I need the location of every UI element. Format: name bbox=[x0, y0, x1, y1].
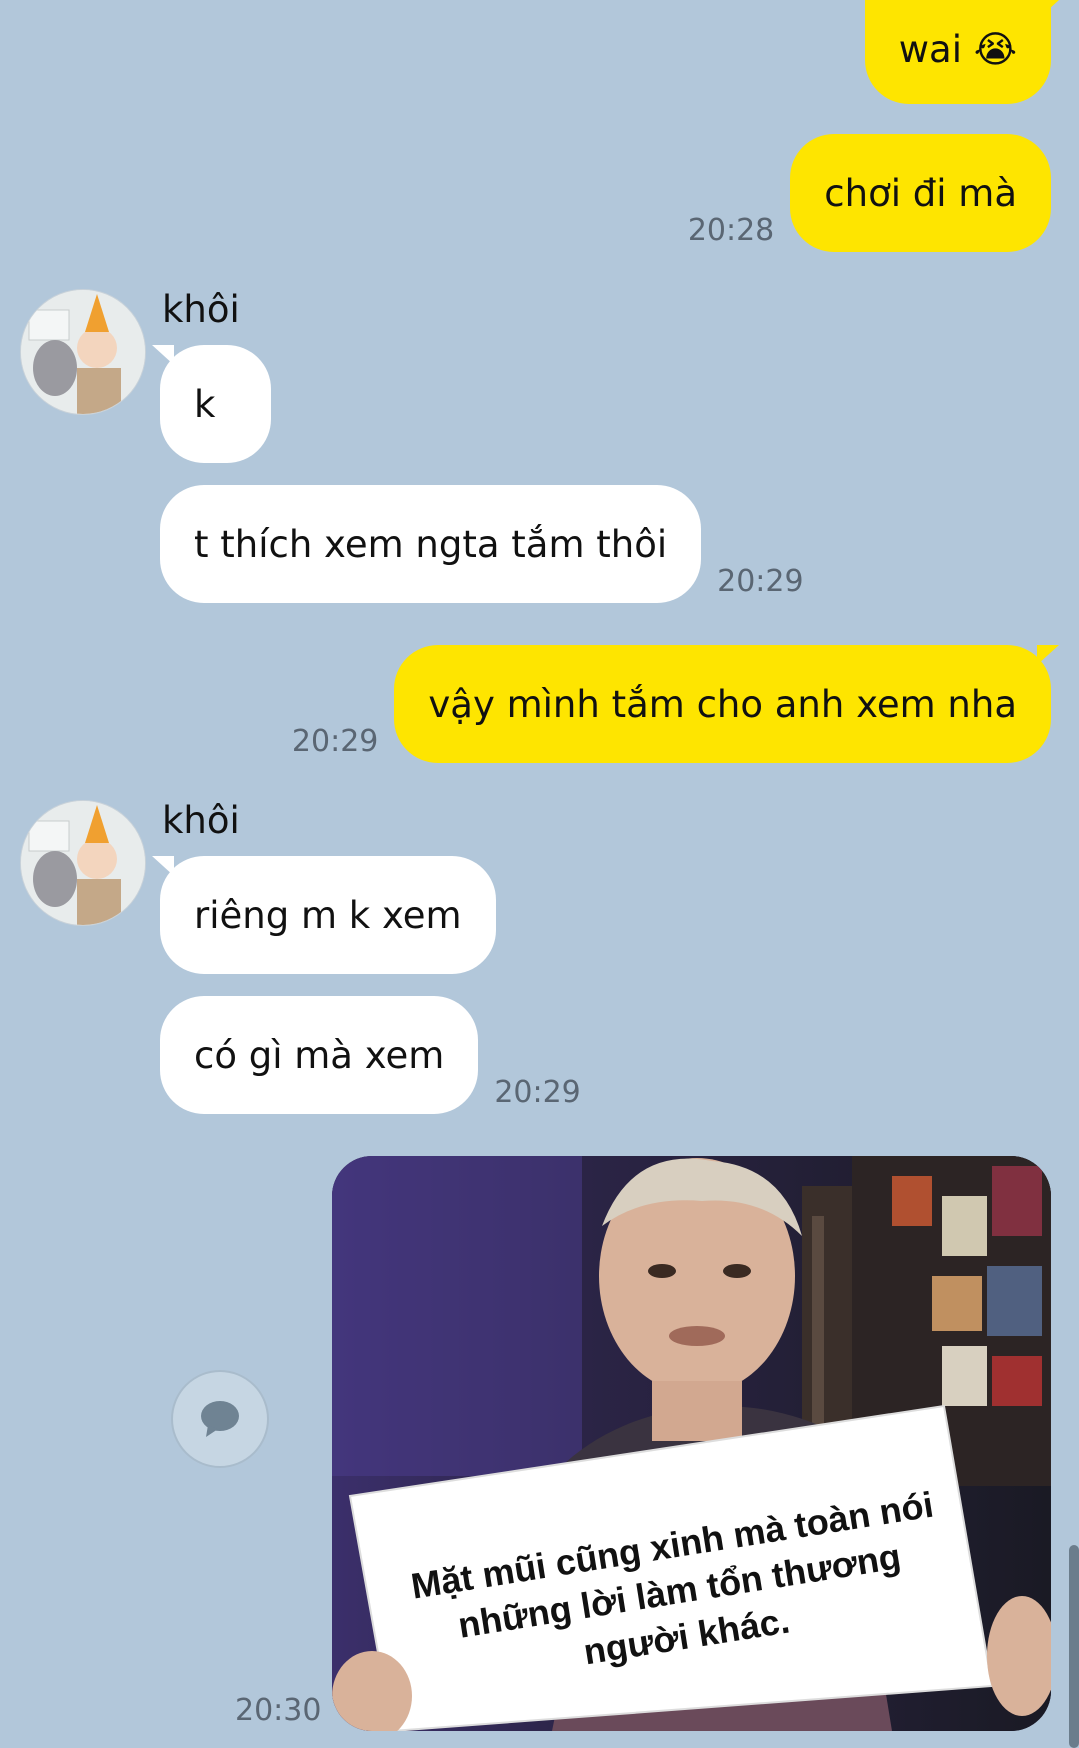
contact-avatar[interactable] bbox=[20, 800, 146, 926]
incoming-message[interactable]: riêng m k xem bbox=[152, 856, 496, 974]
message-time: 20:29 bbox=[717, 564, 804, 599]
speech-bubble-icon bbox=[201, 1401, 239, 1437]
message-time: 20:29 bbox=[494, 1075, 581, 1110]
avatar-image bbox=[21, 290, 145, 414]
chat-view[interactable]: wai 😭 chơi đi mà 20:28 khôi k t thích xe… bbox=[0, 0, 1079, 1748]
sender-name: khôi bbox=[162, 288, 240, 331]
message-text: t thích xem ngta tắm thôi bbox=[194, 523, 668, 566]
image-message[interactable]: Mặt mũi cũng xinh mà toàn nói những lời … bbox=[332, 1156, 1051, 1731]
message-text: k bbox=[194, 383, 216, 426]
message-bubble[interactable]: wai 😭 bbox=[864, 0, 1060, 104]
message-text: chơi đi mà bbox=[824, 172, 1017, 215]
message-time: 20:28 bbox=[687, 213, 775, 248]
outgoing-message[interactable]: vậy mình tắm cho anh xem nha 20:29 bbox=[276, 645, 1059, 763]
message-time: 20:30 bbox=[235, 1693, 322, 1728]
avatar-image bbox=[21, 801, 145, 925]
message-time: 20:29 bbox=[291, 724, 379, 759]
meme-image: Mặt mũi cũng xinh mà toàn nói những lời … bbox=[332, 1156, 1051, 1731]
message-text: có gì mà xem bbox=[194, 1034, 445, 1077]
contact-avatar[interactable] bbox=[20, 289, 146, 415]
message-bubble[interactable]: k bbox=[151, 345, 272, 463]
incoming-message[interactable]: t thích xem ngta tắm thôi 20:29 bbox=[160, 485, 820, 603]
incoming-message[interactable]: có gì mà xem 20:29 bbox=[160, 996, 597, 1114]
outgoing-message[interactable]: wai 😭 bbox=[864, 0, 1060, 104]
share-button[interactable] bbox=[171, 1370, 269, 1468]
message-bubble[interactable]: chơi đi mà bbox=[790, 134, 1051, 252]
message-text: vậy mình tắm cho anh xem nha bbox=[428, 683, 1017, 726]
message-bubble[interactable]: vậy mình tắm cho anh xem nha bbox=[394, 645, 1059, 763]
message-bubble[interactable]: có gì mà xem bbox=[160, 996, 479, 1114]
message-bubble[interactable]: t thích xem ngta tắm thôi bbox=[160, 485, 702, 603]
sender-name: khôi bbox=[162, 799, 240, 842]
incoming-message[interactable]: k bbox=[151, 345, 272, 463]
outgoing-message[interactable]: chơi đi mà 20:28 bbox=[672, 134, 1051, 252]
scrollbar[interactable] bbox=[1069, 1545, 1079, 1748]
message-bubble[interactable]: riêng m k xem bbox=[152, 856, 496, 974]
message-text: riêng m k xem bbox=[194, 894, 462, 937]
message-text: wai 😭 bbox=[898, 28, 1017, 71]
